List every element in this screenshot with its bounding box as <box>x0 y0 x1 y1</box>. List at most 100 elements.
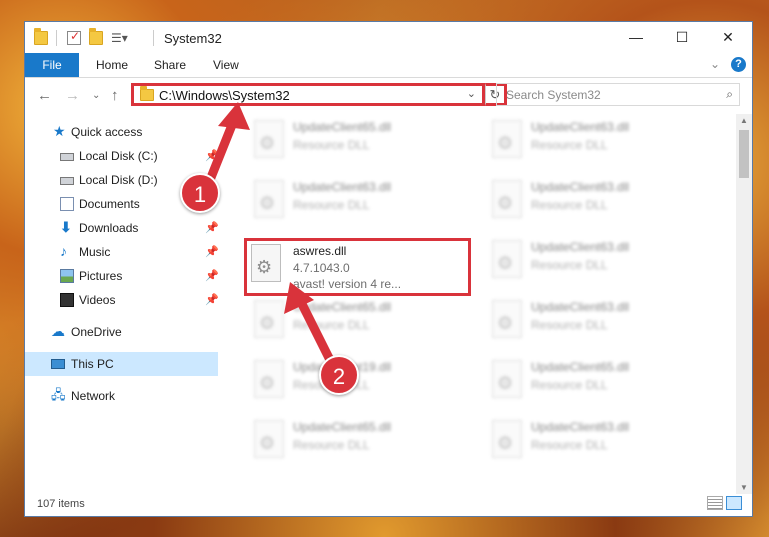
sidebar-item-label: Local Disk (C:) <box>79 149 158 163</box>
sidebar-item-label: OneDrive <box>71 325 122 339</box>
documents-icon <box>60 197 74 211</box>
recent-locations-icon[interactable]: ⌄ <box>92 90 100 101</box>
file-name: UpdateClient63.dll <box>293 180 392 194</box>
file-description: Resource DLL <box>531 438 608 452</box>
file-description: Resource DLL <box>293 318 370 332</box>
file-item[interactable]: UpdateClient63.dll Resource DLL <box>244 174 474 230</box>
sidebar-item-label: Network <box>71 389 116 403</box>
file-item[interactable]: UpdateClient65.dll Resource DLL <box>244 114 474 170</box>
search-placeholder: Search System32 <box>506 88 601 102</box>
scroll-up-icon[interactable]: ▲ <box>740 116 748 125</box>
file-description: Resource DLL <box>531 198 608 212</box>
expand-ribbon-icon[interactable]: ⌄ <box>710 57 720 71</box>
sidebar-item-onedrive[interactable]: ☁ OneDrive <box>25 320 218 344</box>
file-name: UpdateClient65.dll <box>293 420 392 434</box>
minimize-button[interactable]: — <box>613 22 659 53</box>
vertical-scrollbar[interactable]: ▲ ▼ <box>736 114 752 494</box>
pin-icon: 📌 <box>205 294 219 306</box>
file-item[interactable]: UpdateClient65.dll Resource DLL <box>244 414 474 470</box>
file-name: UpdateClient65.dll <box>293 300 392 314</box>
file-list: UpdateClient65.dll Resource DLL UpdateCl… <box>228 114 733 484</box>
file-item[interactable]: UpdateClient19.dll Resource DLL <box>244 354 474 410</box>
tab-share[interactable]: Share <box>154 53 186 77</box>
maximize-button[interactable]: ☐ <box>659 22 705 53</box>
file-item[interactable]: UpdateClient63.dll Resource DLL <box>482 174 712 230</box>
tab-view[interactable]: View <box>213 53 239 77</box>
forward-arrow-icon[interactable]: → <box>65 87 80 104</box>
sidebar-item-local-disk-c[interactable]: Local Disk (C:) 📌 <box>25 144 219 168</box>
file-description: Resource DLL <box>531 138 608 152</box>
close-button[interactable]: ✕ <box>705 22 751 53</box>
customize-toolbar-icon[interactable]: ☰▾ <box>111 31 128 45</box>
scroll-down-icon[interactable]: ▼ <box>740 483 748 492</box>
file-name: UpdateClient63.dll <box>531 180 630 194</box>
pictures-icon <box>60 269 74 283</box>
pin-icon: 📌 <box>205 246 219 258</box>
onedrive-icon: ☁ <box>51 323 65 339</box>
dll-file-icon <box>492 180 522 218</box>
music-icon: ♪ <box>60 243 67 259</box>
divider <box>56 30 57 46</box>
chevron-down-icon[interactable]: ⌄ <box>467 87 476 100</box>
pin-icon: 📌 <box>205 150 219 162</box>
search-icon: ⌕ <box>726 87 733 101</box>
new-folder-icon[interactable] <box>89 28 103 45</box>
dll-file-icon <box>251 244 281 282</box>
videos-icon <box>60 293 74 307</box>
details-view-icon[interactable] <box>707 496 723 510</box>
sidebar-item-label: Quick access <box>71 125 143 139</box>
sidebar-item-this-pc[interactable]: This PC <box>25 352 218 376</box>
sidebar-item-downloads[interactable]: ⬇ Downloads 📌 <box>25 216 219 240</box>
pc-icon <box>51 359 65 369</box>
sidebar-item-label: This PC <box>71 357 114 371</box>
drive-icon <box>60 177 74 185</box>
dll-file-icon <box>254 360 284 398</box>
up-arrow-icon[interactable]: ↑ <box>111 87 119 104</box>
dll-file-icon <box>254 180 284 218</box>
network-icon: 🖧 <box>51 387 66 402</box>
file-description: Resource DLL <box>293 438 370 452</box>
sidebar-item-network[interactable]: 🖧 Network <box>25 384 218 408</box>
sidebar-item-quick-access[interactable]: ★ Quick access <box>25 120 218 144</box>
dll-file-icon <box>492 240 522 278</box>
file-item[interactable]: UpdateClient63.dll Resource DLL <box>482 114 712 170</box>
file-name: UpdateClient63.dll <box>531 240 630 254</box>
help-icon[interactable]: ? <box>731 57 746 72</box>
pin-icon: 📌 <box>205 222 219 234</box>
file-name: UpdateClient63.dll <box>531 420 630 434</box>
file-version: 4.7.1043.0 <box>293 261 350 275</box>
file-item[interactable]: UpdateClient63.dll Resource DLL <box>482 234 712 290</box>
file-description: Resource DLL <box>293 198 370 212</box>
step-1-badge: 1 <box>180 173 220 213</box>
file-item-aswres[interactable]: aswres.dll 4.7.1043.0 avast! version 4 r… <box>244 238 471 296</box>
back-arrow-icon[interactable]: ← <box>37 87 52 104</box>
tab-file[interactable]: File <box>25 53 79 77</box>
drive-icon <box>60 153 74 161</box>
sidebar-item-label: Local Disk (D:) <box>79 173 158 187</box>
file-item[interactable]: UpdateClient63.dll Resource DLL <box>482 294 712 350</box>
scroll-thumb[interactable] <box>739 130 749 178</box>
sidebar-item-videos[interactable]: Videos 📌 <box>25 288 219 312</box>
dll-file-icon <box>492 120 522 158</box>
address-bar[interactable]: C:\Windows\System32 ⌄ <box>131 83 485 106</box>
file-explorer-window: ☰▾ System32 — ☐ ✕ File Home Share View ⌄… <box>24 21 753 517</box>
sidebar-item-label: Pictures <box>79 269 123 283</box>
file-description: Resource DLL <box>531 318 608 332</box>
file-item[interactable]: UpdateClient63.dll Resource DLL <box>482 414 712 470</box>
tab-home[interactable]: Home <box>96 53 128 77</box>
file-description: Resource DLL <box>531 378 608 392</box>
search-input[interactable]: Search System32 ⌕ <box>496 83 740 106</box>
sidebar-item-music[interactable]: ♪ Music 📌 <box>25 240 219 264</box>
dll-file-icon <box>492 360 522 398</box>
window-title: System32 <box>164 31 222 46</box>
file-name: aswres.dll <box>293 244 347 258</box>
navigation-pane: ★ Quick access Local Disk (C:) 📌 Local D… <box>25 114 219 480</box>
properties-icon[interactable] <box>67 29 81 45</box>
file-item[interactable]: UpdateClient65.dll Resource DLL <box>244 294 474 350</box>
dll-file-icon <box>254 300 284 338</box>
large-icons-view-icon[interactable] <box>726 496 742 510</box>
file-item[interactable]: UpdateClient65.dll Resource DLL <box>482 354 712 410</box>
sidebar-item-pictures[interactable]: Pictures 📌 <box>25 264 219 288</box>
file-name: UpdateClient63.dll <box>531 120 630 134</box>
sidebar-item-label: Videos <box>79 293 116 307</box>
